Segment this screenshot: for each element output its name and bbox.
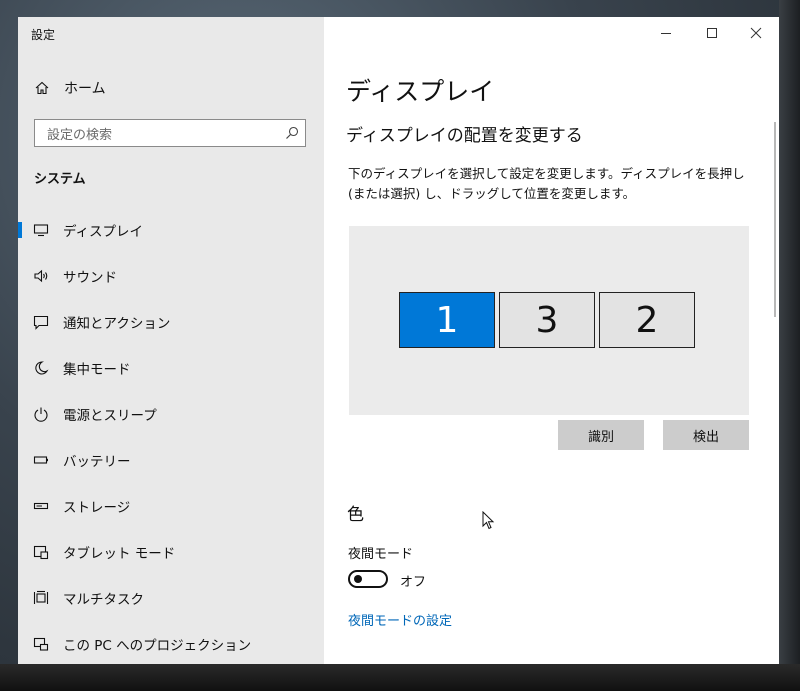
- sidebar: 設定 ホーム システム ディスプレイ: [18, 17, 324, 664]
- monitor-2[interactable]: 2: [599, 292, 695, 348]
- sidebar-item-multitasking[interactable]: マルチタスク: [18, 575, 324, 621]
- arrange-description: 下のディスプレイを選択して設定を変更します。ディスプレイを長押し (または選択)…: [348, 166, 745, 201]
- mouse-cursor-icon: [482, 511, 495, 530]
- search-icon[interactable]: [285, 126, 299, 140]
- close-button[interactable]: [733, 24, 779, 42]
- home-label: ホーム: [64, 81, 106, 97]
- sidebar-item-label: タブレット モード: [63, 546, 176, 562]
- sidebar-item-label: マルチタスク: [63, 592, 144, 608]
- search-input[interactable]: [45, 125, 279, 145]
- night-light-state: オフ: [400, 575, 427, 590]
- sidebar-item-display[interactable]: ディスプレイ: [18, 207, 324, 253]
- section-title: システム: [34, 172, 86, 187]
- toggle-knob: [354, 575, 362, 583]
- search-box[interactable]: [34, 119, 306, 147]
- monitor-1[interactable]: 1: [399, 292, 495, 348]
- sidebar-item-label: この PC へのプロジェクション: [63, 638, 252, 654]
- speaker-icon: [34, 269, 48, 283]
- sidebar-item-storage[interactable]: ストレージ: [18, 483, 324, 529]
- desktop-background-bottom: [0, 664, 800, 691]
- settings-window: 設定 ホーム システム ディスプレイ: [18, 17, 779, 664]
- battery-icon: [33, 456, 48, 464]
- night-light-toggle[interactable]: [348, 570, 388, 588]
- maximize-icon: [707, 28, 717, 38]
- desktop-background: [779, 0, 800, 691]
- maximize-button[interactable]: [689, 24, 735, 42]
- home-nav-item[interactable]: ホーム: [34, 78, 106, 98]
- nav-list: ディスプレイ サウンド 通知とアクション 集中モード 電源とスリープ バッテリー…: [18, 207, 324, 664]
- sidebar-item-label: ストレージ: [63, 500, 131, 516]
- home-icon: [35, 81, 49, 95]
- sidebar-item-battery[interactable]: バッテリー: [18, 437, 324, 483]
- monitor-icon: [33, 224, 49, 237]
- window-title: 設定: [31, 28, 56, 42]
- display-arrangement-area[interactable]: 1 3 2: [349, 226, 749, 415]
- identify-button[interactable]: 識別: [558, 420, 644, 450]
- sidebar-item-tablet-mode[interactable]: タブレット モード: [18, 529, 324, 575]
- sidebar-item-label: サウンド: [63, 270, 117, 286]
- sidebar-item-label: バッテリー: [63, 454, 131, 470]
- moon-icon: [35, 361, 49, 375]
- minimize-button[interactable]: [643, 24, 689, 42]
- sidebar-item-label: 集中モード: [63, 362, 131, 378]
- detect-button[interactable]: 検出: [663, 420, 749, 450]
- notification-icon: [33, 315, 49, 330]
- minimize-icon: [661, 33, 671, 34]
- projection-icon: [33, 637, 49, 651]
- sidebar-item-label: 電源とスリープ: [63, 408, 157, 424]
- sidebar-item-label: ディスプレイ: [63, 224, 144, 240]
- night-light-settings-link[interactable]: 夜間モードの設定: [348, 610, 452, 629]
- scrollbar[interactable]: [774, 122, 776, 317]
- sidebar-item-focus-assist[interactable]: 集中モード: [18, 345, 324, 391]
- sidebar-item-power-sleep[interactable]: 電源とスリープ: [18, 391, 324, 437]
- page-title: ディスプレイ: [346, 77, 495, 106]
- sidebar-item-notifications[interactable]: 通知とアクション: [18, 299, 324, 345]
- night-light-label: 夜間モード: [348, 547, 414, 562]
- monitor-3[interactable]: 3: [499, 292, 595, 348]
- sidebar-item-projection[interactable]: この PC へのプロジェクション: [18, 621, 324, 664]
- color-heading: 色: [347, 505, 364, 525]
- multitask-icon: [33, 590, 49, 604]
- close-icon: [750, 27, 762, 39]
- storage-icon: [33, 502, 49, 510]
- sidebar-item-sound[interactable]: サウンド: [18, 253, 324, 299]
- arrange-heading: ディスプレイの配置を変更する: [346, 126, 583, 146]
- tablet-icon: [33, 545, 49, 560]
- power-icon: [34, 407, 48, 422]
- sidebar-item-label: 通知とアクション: [63, 316, 171, 332]
